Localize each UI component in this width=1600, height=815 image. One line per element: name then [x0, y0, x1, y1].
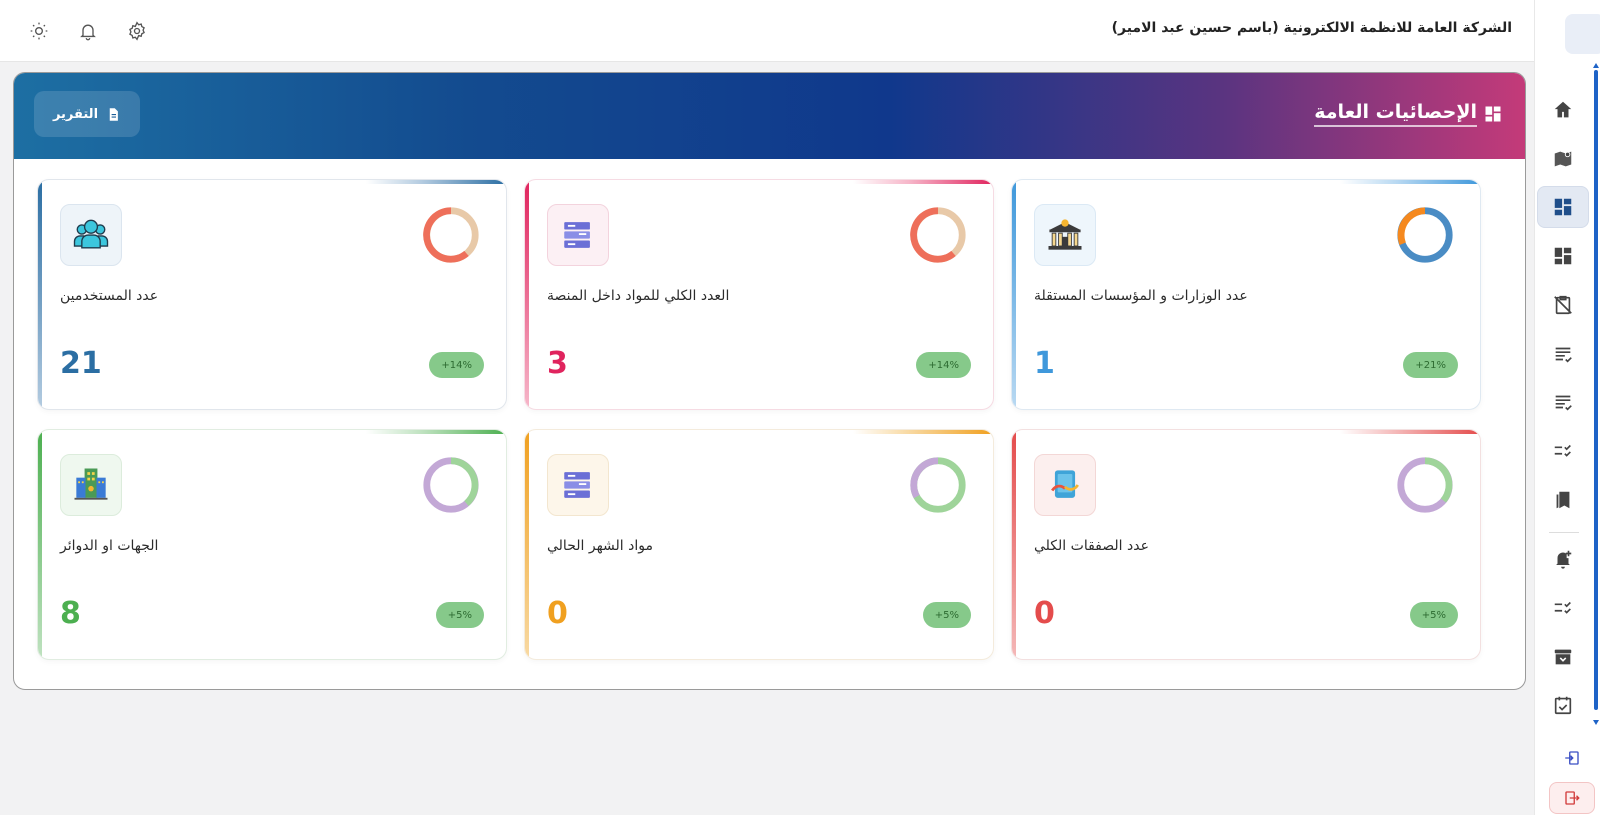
trend-badge: +5%	[435, 602, 484, 628]
donut-chart	[423, 457, 479, 513]
sidebar-toggle-button[interactable]	[1565, 14, 1600, 54]
card-edge	[525, 430, 529, 659]
card-accent-line	[853, 430, 993, 434]
gear-icon[interactable]	[125, 19, 149, 43]
stat-card-departments: الجهات او الدوائر 8 +5%	[37, 429, 507, 660]
donut-chart	[1397, 457, 1453, 513]
card-edge	[38, 430, 42, 659]
stat-card-users: عدد المستخدمين 21 +14%	[37, 179, 507, 410]
report-button[interactable]: التقرير	[34, 91, 140, 137]
trend-badge: +21%	[1403, 352, 1458, 378]
bell-icon[interactable]	[76, 19, 100, 43]
card-accent-line	[1340, 180, 1480, 184]
sun-icon[interactable]	[27, 19, 51, 43]
card-value: 21	[60, 346, 102, 381]
scroll-down-arrow[interactable]	[1593, 720, 1599, 725]
card-edge	[1012, 430, 1016, 659]
bookmarks-icon[interactable]	[1537, 479, 1589, 521]
trend-badge: +14%	[429, 352, 484, 378]
card-edge	[1012, 180, 1016, 409]
stat-card-ministries: عدد الوزارات و المؤسسات المستقلة 1 +21%	[1011, 179, 1481, 410]
sidebar-divider	[1549, 532, 1579, 533]
card-edge	[525, 180, 529, 409]
trend-badge: +14%	[916, 352, 971, 378]
sidebar	[1534, 0, 1600, 815]
checklist-icon[interactable]	[1537, 333, 1589, 375]
map-icon[interactable]	[1537, 138, 1589, 180]
card-label: مواد الشهر الحالي	[547, 538, 653, 554]
list-check-icon[interactable]	[1537, 430, 1589, 472]
government-building-icon	[1034, 204, 1096, 266]
donut-chart	[423, 207, 479, 263]
dashboard-icon	[1485, 106, 1501, 122]
checklist-alt-icon[interactable]	[1537, 381, 1589, 423]
company-name: الشركة العامة للانظمة الالكترونية (باسم …	[1111, 20, 1512, 36]
card-label: عدد الوزارات و المؤسسات المستقلة	[1034, 288, 1248, 304]
statistics-panel: الإحصائيات العامة التقرير عدد الوزارات و…	[13, 72, 1526, 690]
card-label: عدد المستخدمين	[60, 288, 159, 304]
card-label: العدد الكلي للمواد داخل المنصة	[547, 288, 730, 304]
assignment-off-icon[interactable]	[1537, 284, 1589, 326]
monthly-materials-icon	[547, 454, 609, 516]
trend-badge: +5%	[922, 602, 971, 628]
report-button-label: التقرير	[52, 106, 99, 122]
logout-icon[interactable]	[1549, 782, 1595, 814]
donut-chart	[910, 457, 966, 513]
stat-card-transactions: عدد الصفقات الكلي 0 +5%	[1011, 429, 1481, 660]
card-value: 0	[547, 596, 568, 631]
card-accent-line	[366, 180, 506, 184]
document-icon	[109, 107, 118, 121]
dashboard-alt-icon[interactable]	[1537, 235, 1589, 277]
sidebar-scrollbar[interactable]	[1594, 70, 1598, 710]
page-title-text: الإحصائيات العامة	[1314, 101, 1477, 127]
donut-chart	[1397, 207, 1453, 263]
card-value: 3	[547, 346, 568, 381]
scroll-up-arrow[interactable]	[1593, 63, 1599, 68]
materials-icon	[547, 204, 609, 266]
card-value: 1	[1034, 346, 1055, 381]
donut-chart	[910, 207, 966, 263]
card-accent-line	[853, 180, 993, 184]
top-bar: الشركة العامة للانظمة الالكترونية (باسم …	[0, 0, 1534, 62]
card-label: عدد الصفقات الكلي	[1034, 538, 1149, 554]
card-value: 8	[60, 596, 81, 631]
card-accent-line	[1340, 430, 1480, 434]
departments-icon	[60, 454, 122, 516]
stat-card-total-materials: العدد الكلي للمواد داخل المنصة 3 +14%	[524, 179, 994, 410]
dashboard-icon[interactable]	[1537, 186, 1589, 228]
transactions-icon	[1034, 454, 1096, 516]
notification-add-icon[interactable]	[1537, 538, 1589, 580]
users-icon	[60, 204, 122, 266]
login-icon[interactable]	[1549, 742, 1595, 774]
rule-icon[interactable]	[1537, 587, 1589, 629]
card-edge	[38, 180, 42, 409]
card-accent-line	[366, 430, 506, 434]
event-check-icon[interactable]	[1537, 684, 1589, 726]
statistics-banner: الإحصائيات العامة التقرير	[14, 73, 1525, 159]
page-title: الإحصائيات العامة	[1314, 101, 1503, 127]
trend-badge: +5%	[1409, 602, 1458, 628]
home-icon[interactable]	[1537, 89, 1589, 131]
archive-icon[interactable]	[1537, 636, 1589, 678]
card-value: 0	[1034, 596, 1055, 631]
card-label: الجهات او الدوائر	[60, 538, 159, 554]
stat-card-monthly-materials: مواد الشهر الحالي 0 +5%	[524, 429, 994, 660]
